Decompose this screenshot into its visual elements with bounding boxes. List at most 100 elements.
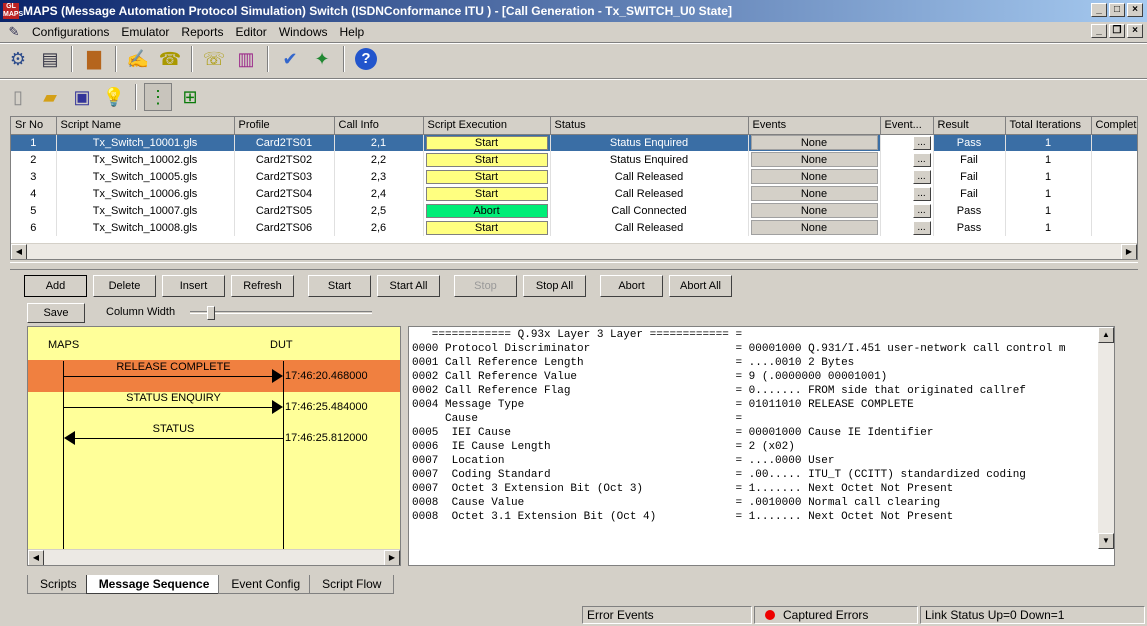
scroll-right-icon[interactable]: ▶ — [1121, 244, 1137, 259]
briefcase-icon[interactable]: ▇ — [80, 45, 108, 73]
help-icon[interactable]: ? — [352, 45, 380, 73]
child-minimize-button[interactable]: _ — [1091, 24, 1107, 38]
script-edit-icon[interactable]: ✍ — [124, 45, 152, 73]
open-folder-icon[interactable]: ▰ — [36, 83, 64, 111]
document-menu-icon[interactable]: ✎ — [6, 24, 22, 40]
table-row[interactable]: 4 Tx_Switch_10006.gls Card2TS04 2,4 Star… — [11, 185, 1137, 202]
event-detail-button[interactable]: ... — [912, 220, 931, 235]
col-result[interactable]: Result — [933, 117, 1006, 135]
table-row[interactable]: 5 Tx_Switch_10007.gls Card2TS05 2,5 Abor… — [11, 202, 1137, 219]
table-row[interactable]: 6 Tx_Switch_10008.gls Card2TS06 2,6 Star… — [11, 219, 1137, 236]
col-call-info[interactable]: Call Info — [334, 117, 424, 135]
event-detail-button[interactable]: ... — [912, 152, 931, 167]
table-row[interactable]: 2 Tx_Switch_10002.gls Card2TS02 2,2 Star… — [11, 151, 1137, 168]
events-value[interactable]: None — [750, 152, 878, 167]
start-button[interactable]: Start — [425, 186, 548, 201]
tab-event-config[interactable]: Event Config — [218, 575, 314, 594]
events-value[interactable]: None — [750, 186, 878, 201]
stop-button[interactable]: Stop — [454, 275, 517, 297]
event-detail-button[interactable]: ... — [912, 169, 931, 184]
delete-button[interactable]: Delete — [93, 275, 156, 297]
child-close-button[interactable]: × — [1127, 24, 1143, 38]
event-detail-button[interactable]: ... — [912, 135, 931, 150]
cell-sr: 5 — [11, 202, 57, 219]
scroll-left-icon[interactable]: ◀ — [28, 550, 44, 565]
cell-complete — [1091, 219, 1137, 236]
child-restore-button[interactable]: ❐ — [1109, 24, 1125, 38]
maximize-button[interactable]: □ — [1109, 3, 1125, 17]
captured-errors-panel[interactable]: Captured Errors — [754, 606, 918, 624]
phone-icon[interactable]: ☎ — [156, 45, 184, 73]
scroll-up-icon[interactable]: ▲ — [1098, 327, 1114, 343]
check-icon[interactable]: ✔ — [276, 45, 304, 73]
abort-all-button[interactable]: Abort All — [669, 275, 732, 297]
network-icon[interactable]: ⊞ — [176, 83, 204, 111]
event-detail-button[interactable]: ... — [912, 186, 931, 201]
error-events-panel[interactable]: Error Events — [582, 606, 752, 624]
start-button[interactable]: Start — [425, 152, 548, 167]
save-disk-icon[interactable]: ▣ — [68, 83, 96, 111]
script-grid: Sr No Script Name Profile Call Info Scri… — [10, 116, 1138, 260]
tab-script-flow[interactable]: Script Flow — [309, 575, 395, 594]
close-button[interactable]: × — [1127, 3, 1143, 17]
tab-scripts[interactable]: Scripts — [27, 575, 90, 594]
minimize-button[interactable]: _ — [1091, 3, 1107, 17]
menu-configurations[interactable]: Configurations — [26, 25, 115, 39]
start-button[interactable]: Start — [308, 275, 371, 297]
events-value[interactable]: None — [750, 169, 878, 184]
sequence-message-label[interactable]: STATUS ENQUIRY — [64, 392, 283, 404]
scroll-down-icon[interactable]: ▼ — [1098, 533, 1114, 549]
menu-help[interactable]: Help — [334, 25, 371, 39]
menu-windows[interactable]: Windows — [273, 25, 334, 39]
menu-emulator[interactable]: Emulator — [115, 25, 175, 39]
stop-all-button[interactable]: Stop All — [523, 275, 586, 297]
col-event-detail[interactable]: Event... — [880, 117, 934, 135]
sequence-message-label[interactable]: RELEASE COMPLETE — [64, 361, 283, 373]
gear-icon[interactable]: ⚙ — [4, 45, 32, 73]
grid-horizontal-scrollbar[interactable]: ◀ ▶ — [11, 243, 1137, 259]
scroll-right-icon[interactable]: ▶ — [384, 550, 400, 565]
col-total-iterations[interactable]: Total Iterations — [1005, 117, 1092, 135]
scroll-left-icon[interactable]: ◀ — [11, 244, 27, 259]
start-all-button[interactable]: Start All — [377, 275, 440, 297]
col-complete[interactable]: Complete — [1091, 117, 1137, 135]
decode-vertical-scrollbar[interactable]: ▲ ▼ — [1098, 327, 1114, 549]
refresh-button[interactable]: Refresh — [231, 275, 294, 297]
start-button[interactable]: Start — [425, 220, 548, 235]
tree-icon[interactable]: ⋮ — [144, 83, 172, 111]
menu-reports[interactable]: Reports — [175, 25, 229, 39]
wand-icon[interactable]: ✦ — [308, 45, 336, 73]
start-button[interactable]: Start — [425, 169, 548, 184]
add-button[interactable]: Add — [24, 275, 87, 297]
start-button[interactable]: Start — [425, 135, 548, 150]
table-row[interactable]: 3 Tx_Switch_10005.gls Card2TS03 2,3 Star… — [11, 168, 1137, 185]
col-script-execution[interactable]: Script Execution — [423, 117, 551, 135]
handset-icon[interactable]: ☏ — [200, 45, 228, 73]
col-script-name[interactable]: Script Name — [56, 117, 235, 135]
col-events[interactable]: Events — [748, 117, 881, 135]
abort-script-button[interactable]: Abort — [425, 203, 548, 218]
save-button[interactable]: Save — [27, 303, 85, 323]
abort-button[interactable]: Abort — [600, 275, 663, 297]
tab-message-sequence[interactable]: Message Sequence — [85, 575, 223, 594]
sequence-message-label[interactable]: STATUS — [64, 423, 283, 435]
events-value[interactable]: None — [750, 220, 878, 235]
new-file-icon[interactable]: ▯ — [4, 83, 32, 111]
col-profile[interactable]: Profile — [234, 117, 335, 135]
table-row[interactable]: 1 Tx_Switch_10001.gls Card2TS01 2,1 Star… — [11, 134, 1137, 151]
events-value[interactable]: None — [750, 203, 878, 218]
col-status[interactable]: Status — [550, 117, 749, 135]
pane-splitter[interactable] — [10, 262, 1138, 270]
event-detail-button[interactable]: ... — [912, 203, 931, 218]
notebook-icon[interactable]: ▤ — [36, 45, 64, 73]
insert-button[interactable]: Insert — [162, 275, 225, 297]
book-icon[interactable]: ▥ — [232, 45, 260, 73]
bulb-icon[interactable]: 💡 — [100, 83, 128, 111]
message-timestamp: 17:46:25.812000 — [285, 432, 368, 444]
slider-thumb[interactable] — [207, 306, 215, 320]
events-value[interactable]: None — [750, 135, 878, 151]
col-sr-no[interactable]: Sr No — [11, 117, 57, 135]
menu-editor[interactable]: Editor — [229, 25, 272, 39]
sequence-horizontal-scrollbar[interactable]: ◀ ▶ — [28, 549, 400, 565]
column-width-slider[interactable] — [190, 306, 372, 320]
